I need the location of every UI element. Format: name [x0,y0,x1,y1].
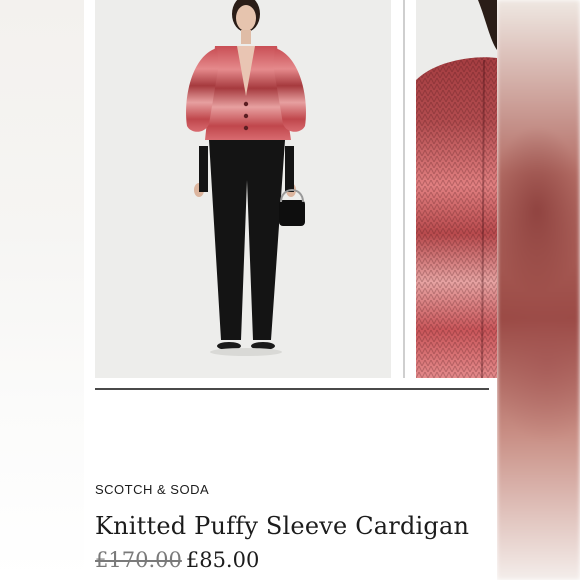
product-screenshot: SCOTCH & SODA Knitted Puffy Sleeve Cardi… [84,0,497,580]
backdrop-left [0,0,84,580]
brand-name[interactable]: SCOTCH & SODA [95,482,209,497]
gallery-divider [403,0,405,378]
product-title: Knitted Puffy Sleeve Cardigan [95,512,470,540]
knit-detail-illustration [416,0,497,378]
product-photo-knit-detail[interactable] [416,0,497,378]
gallery-scroll-indicator [95,388,489,390]
product-photo-model-full[interactable] [95,0,391,378]
backdrop-right [497,0,580,580]
model-illustration [186,0,306,356]
price-row: £170.00 £85.00 [95,548,259,572]
sale-price: £85.00 [185,548,260,572]
original-price: £170.00 [95,548,182,572]
